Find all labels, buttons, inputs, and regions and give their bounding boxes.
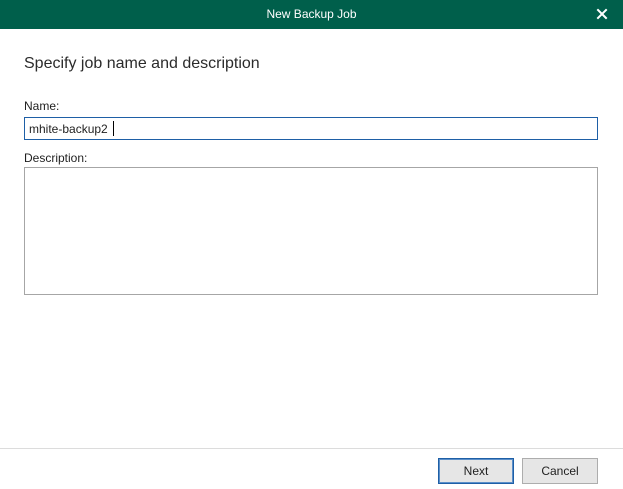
name-input[interactable] <box>24 117 598 140</box>
title-bar: New Backup Job <box>0 0 623 29</box>
page-heading: Specify job name and description <box>24 55 260 72</box>
new-backup-job-dialog: New Backup Job Specify job name and desc… <box>0 0 623 489</box>
description-label: Description: <box>24 151 88 165</box>
description-textarea[interactable] <box>24 167 598 295</box>
footer-divider <box>0 448 623 449</box>
text-caret <box>113 121 114 136</box>
next-button[interactable]: Next <box>438 458 514 484</box>
cancel-button[interactable]: Cancel <box>522 458 598 484</box>
name-label: Name: <box>24 99 60 113</box>
window-title: New Backup Job <box>266 7 357 21</box>
close-icon[interactable] <box>593 5 611 23</box>
